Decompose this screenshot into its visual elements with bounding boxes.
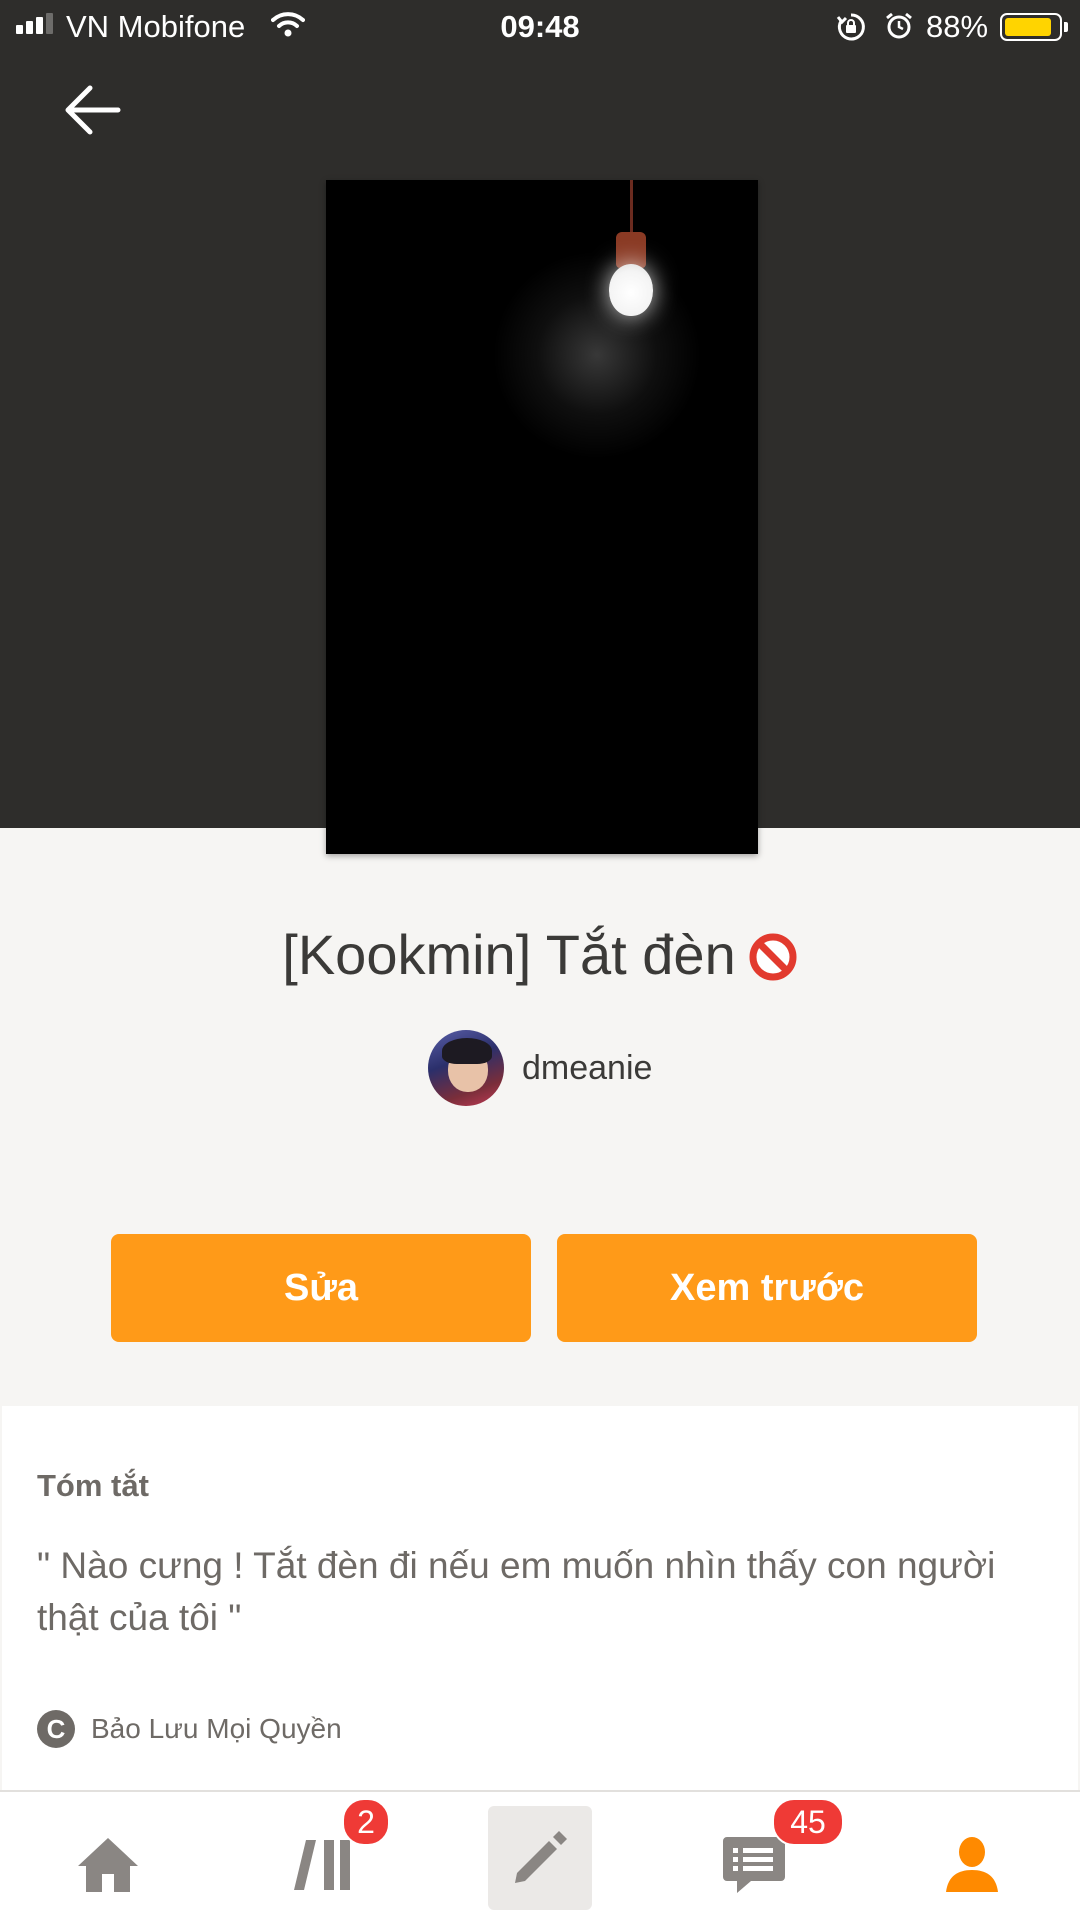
messages-badge: 45 — [772, 1798, 844, 1846]
message-icon — [723, 1837, 785, 1893]
battery-icon — [1000, 13, 1068, 41]
avatar — [428, 1030, 504, 1106]
summary-heading: Tóm tắt — [37, 1468, 149, 1503]
tab-home[interactable] — [58, 1814, 158, 1914]
edit-button[interactable]: Sửa — [111, 1234, 531, 1342]
tab-bar — [0, 1790, 1080, 1922]
summary-text: " Nào cưng ! Tắt đèn đi nếu em muốn nhìn… — [37, 1545, 996, 1638]
no-entry-sign-icon — [748, 930, 798, 981]
copyright-icon: C — [37, 1710, 75, 1748]
copyright-text: Bảo Lưu Mọi Quyền — [91, 1713, 342, 1744]
summary-panel: Tóm tắt " Nào cưng ! Tắt đèn đi nếu em m… — [2, 1406, 1078, 1790]
status-time: 09:48 — [500, 9, 580, 44]
alarm-icon — [884, 11, 914, 49]
story-title: [Kookmin] Tắt đèn — [0, 922, 1080, 987]
copyright-row: C Bảo Lưu Mọi Quyền — [37, 1710, 342, 1748]
author-link[interactable]: dmeanie — [428, 1030, 652, 1106]
pencil-icon — [515, 1831, 567, 1883]
light-bulb-icon — [609, 264, 653, 316]
story-cover-image — [326, 180, 758, 854]
library-icon — [294, 1840, 350, 1890]
back-button[interactable] — [64, 82, 122, 138]
library-badge: 2 — [342, 1798, 390, 1846]
arrow-left-icon — [65, 85, 121, 135]
person-icon — [946, 1837, 998, 1892]
home-icon — [78, 1838, 138, 1892]
preview-button[interactable]: Xem trước — [557, 1234, 977, 1342]
status-bar: VN Mobifone 09:48 88% — [0, 0, 1080, 54]
author-name: dmeanie — [522, 1048, 653, 1087]
orientation-lock-icon — [836, 12, 866, 50]
tab-write[interactable] — [488, 1806, 592, 1910]
story-title-text: [Kookmin] Tắt đèn — [282, 923, 736, 986]
tab-profile[interactable] — [922, 1814, 1022, 1914]
battery-percent: 88% — [926, 9, 989, 44]
